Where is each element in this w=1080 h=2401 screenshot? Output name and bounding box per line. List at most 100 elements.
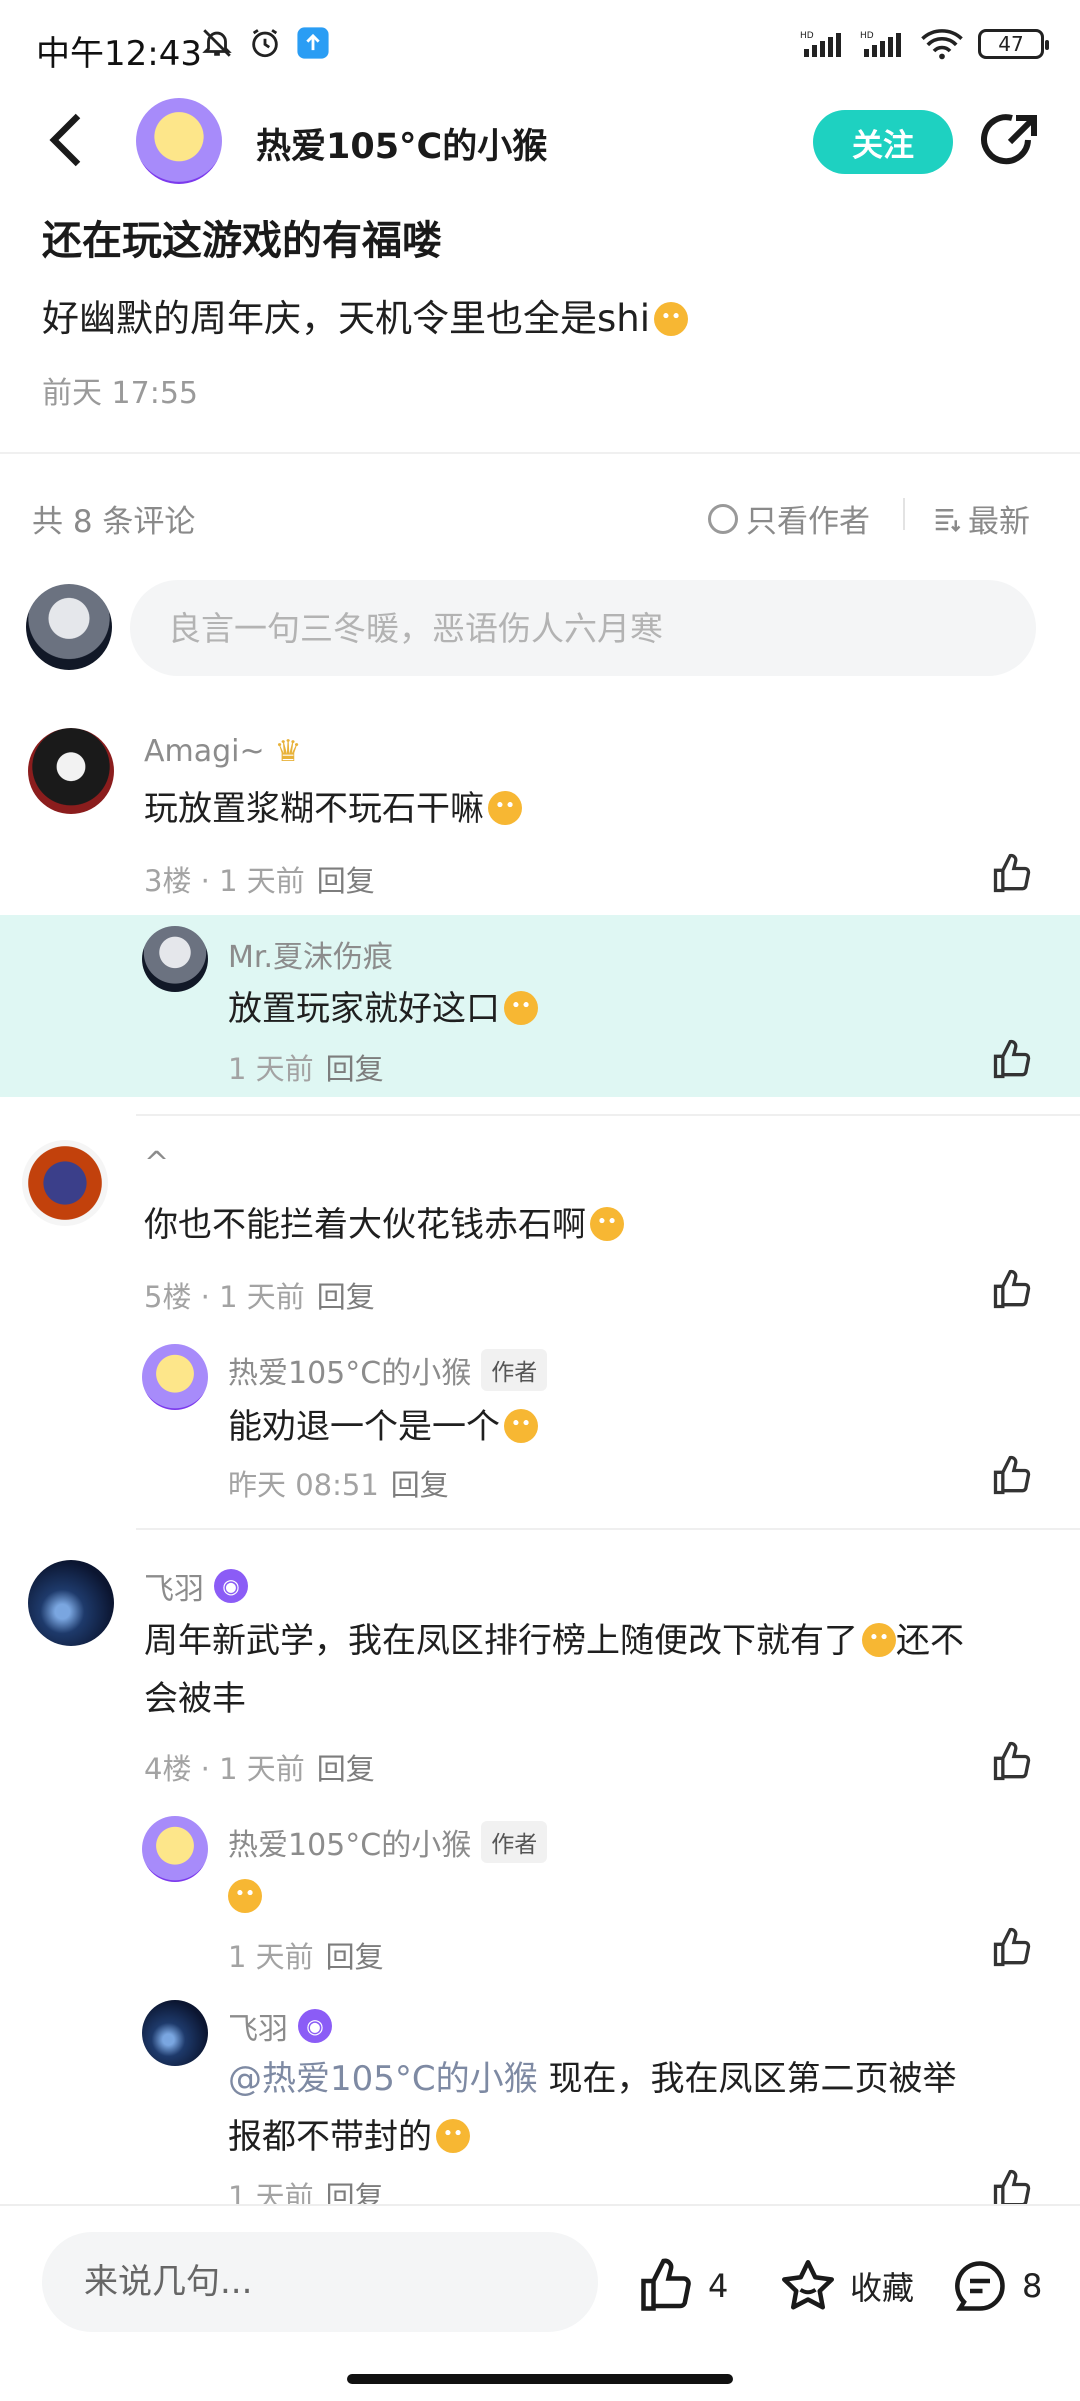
comment-text: 周年新武学，我在凤区排行榜上随便改下就有了 还不 会被丰 bbox=[144, 1612, 1044, 1728]
commenter-avatar[interactable] bbox=[28, 728, 114, 814]
comment-text-line1: 周年新武学，我在凤区排行榜上随便改下就有了 bbox=[144, 1621, 858, 1661]
like-button-clip[interactable] bbox=[990, 2168, 1034, 2204]
reply-button[interactable]: 回复 bbox=[317, 864, 375, 898]
post-body: 好幽默的周年庆，天机令里也全是shi bbox=[42, 288, 689, 342]
replier-avatar[interactable] bbox=[142, 926, 208, 992]
replier-name-text: 热爱105°C的小猴 bbox=[228, 1356, 472, 1391]
crown-badge-icon: ♛ bbox=[274, 734, 302, 769]
like-icon bbox=[641, 2258, 691, 2311]
commenter-name-text: Amagi~ bbox=[144, 734, 265, 769]
replier-avatar[interactable] bbox=[142, 1816, 208, 1882]
reply-text: 放置玩家就好这口 bbox=[228, 980, 538, 1038]
commenter-name-text: 飞羽 bbox=[144, 1572, 204, 1607]
follow-button[interactable]: 关注 bbox=[813, 110, 953, 174]
money-emoji-icon bbox=[504, 1409, 538, 1443]
post-body-text: 好幽默的周年庆，天机令里也全是shi bbox=[42, 297, 651, 340]
reply-button[interactable]: 回复 bbox=[317, 1280, 375, 1314]
commenter-name[interactable]: 飞羽 ◉ bbox=[144, 1564, 248, 1608]
like-icon[interactable] bbox=[990, 1740, 1034, 1784]
comment-text-content: 你也不能拦着大伙花钱赤石啊 bbox=[144, 1205, 586, 1245]
post-title: 还在玩这游戏的有福喽 bbox=[42, 218, 442, 264]
reply-button[interactable]: 回复 bbox=[326, 1940, 384, 1974]
replier-name[interactable]: 热爱105°C的小猴 作者 bbox=[228, 1820, 548, 1864]
gamepad-badge-icon: ◉ bbox=[214, 1569, 248, 1603]
like-icon[interactable] bbox=[990, 1268, 1034, 1312]
reply-text: 能劝退一个是一个 bbox=[228, 1398, 538, 1456]
comment-text: 玩放置浆糊不玩石干嘛 bbox=[144, 780, 522, 838]
radio-circle-icon bbox=[708, 503, 738, 534]
like-icon[interactable] bbox=[990, 1038, 1034, 1082]
replier-avatar[interactable] bbox=[142, 2000, 208, 2066]
money-emoji-icon bbox=[590, 1207, 624, 1241]
replier-avatar[interactable] bbox=[142, 1344, 208, 1410]
reply-button[interactable]: 回复 bbox=[326, 1052, 384, 1086]
author-name[interactable]: 热爱105°C的小猴 bbox=[256, 118, 547, 169]
status-time: 中午12:43 bbox=[36, 34, 202, 74]
sort-icon bbox=[935, 508, 961, 532]
replier-name-text: 热爱105°C的小猴 bbox=[228, 1828, 472, 1863]
share-icon[interactable] bbox=[980, 112, 1040, 172]
commenter-avatar[interactable] bbox=[28, 1560, 114, 1646]
sort-toggle[interactable]: 最新 bbox=[932, 496, 1030, 541]
reply-text bbox=[228, 1868, 262, 1926]
post-like-button[interactable]: 4 bbox=[636, 2256, 728, 2316]
status-icons-right: HD HD 47 bbox=[800, 28, 1049, 60]
divider bbox=[903, 498, 905, 530]
comment-meta: 5楼 · 1 天前 回复 bbox=[144, 1280, 375, 1314]
commenter-avatar[interactable] bbox=[22, 1140, 108, 1226]
upload-app-icon bbox=[297, 27, 329, 59]
divider bbox=[0, 452, 1080, 454]
replier-name[interactable]: 飞羽 ◉ bbox=[228, 2004, 332, 2048]
smile-emoji-icon bbox=[488, 791, 522, 825]
author-tag: 作者 bbox=[481, 1821, 548, 1863]
comment-text-line2: 会被丰 bbox=[144, 1679, 246, 1719]
like-count: 4 bbox=[708, 2267, 729, 2305]
floor-number: 3楼 bbox=[144, 864, 192, 898]
only-author-toggle[interactable]: 只看作者 bbox=[708, 496, 870, 541]
comments-button[interactable]: 8 bbox=[950, 2256, 1042, 2316]
reply-time: 1 天前 bbox=[228, 1052, 314, 1086]
author-avatar[interactable] bbox=[136, 98, 222, 184]
replier-name[interactable]: 热爱105°C的小猴 作者 bbox=[228, 1348, 548, 1392]
bottom-comment-input[interactable] bbox=[42, 2232, 598, 2332]
commenter-name[interactable]: Amagi~ ♛ bbox=[144, 734, 302, 769]
like-icon[interactable] bbox=[990, 1454, 1034, 1498]
smile-emoji-icon bbox=[436, 2119, 470, 2153]
mention-link[interactable]: @热爱105°C的小猴 bbox=[228, 2059, 538, 2099]
smile-emoji-icon bbox=[228, 1879, 262, 1913]
reply-button[interactable]: 回复 bbox=[391, 1468, 449, 1502]
comment-meta: 3楼 · 1 天前 回复 bbox=[144, 864, 375, 898]
signal-icon-2: HD bbox=[860, 31, 901, 57]
replier-name[interactable]: Mr.夏沫伤痕 bbox=[228, 932, 393, 976]
comment-text: 你也不能拦着大伙花钱赤石啊 bbox=[144, 1196, 624, 1254]
home-indicator[interactable] bbox=[347, 2374, 733, 2384]
replier-name-text: 飞羽 bbox=[228, 2012, 288, 2047]
gamepad-badge-icon: ◉ bbox=[298, 2009, 332, 2043]
drool-emoji-icon bbox=[504, 991, 538, 1025]
reply-text-content: 能劝退一个是一个 bbox=[228, 1407, 500, 1447]
star-icon bbox=[782, 2260, 834, 2310]
reply-time: 昨天 08:51 bbox=[228, 1468, 379, 1502]
like-icon[interactable] bbox=[990, 2168, 1034, 2204]
comment-text-content: 玩放置浆糊不玩石干嘛 bbox=[144, 789, 484, 829]
favorite-button[interactable]: 收藏 bbox=[778, 2256, 914, 2316]
divider bbox=[0, 2204, 1080, 2206]
svg-text:HD: HD bbox=[800, 31, 814, 41]
floor-number: 4楼 bbox=[144, 1752, 192, 1786]
reply-meta: 1 天前 回复 bbox=[228, 2174, 384, 2204]
author-tag: 作者 bbox=[481, 1349, 548, 1391]
back-arrow-icon[interactable] bbox=[46, 112, 86, 168]
like-icon[interactable] bbox=[990, 852, 1034, 896]
post-time: 前天 17:55 bbox=[42, 376, 198, 411]
divider bbox=[136, 1114, 1080, 1116]
comment-count: 共 8 条评论 bbox=[32, 504, 196, 540]
comment-time: 1 天前 bbox=[219, 1280, 305, 1314]
reply-button[interactable]: 回复 bbox=[326, 2180, 384, 2204]
reply-button[interactable]: 回复 bbox=[317, 1752, 375, 1786]
reply-text-line1: 现在，我在凤区第二页被举 bbox=[537, 2059, 957, 2099]
reply-time: 1 天前 bbox=[228, 2180, 314, 2204]
like-icon[interactable] bbox=[990, 1926, 1034, 1970]
reply-meta: 1 天前 回复 bbox=[228, 1046, 384, 1088]
commenter-name[interactable]: ^ bbox=[144, 1146, 169, 1181]
comment-input[interactable] bbox=[130, 580, 1036, 676]
